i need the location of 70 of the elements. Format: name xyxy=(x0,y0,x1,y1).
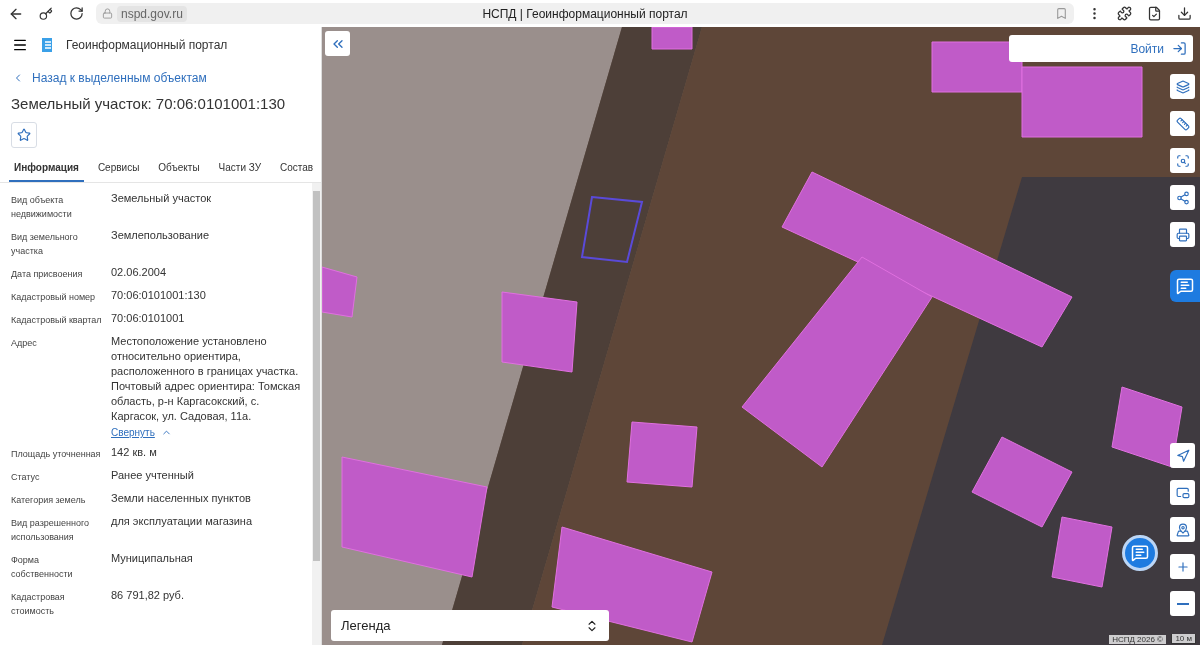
tab[interactable]: Состав xyxy=(275,154,319,182)
tab[interactable]: Объекты xyxy=(153,154,205,182)
property-label: Категория земель xyxy=(11,494,87,507)
minimap-icon xyxy=(1175,485,1190,500)
location-arrow-icon xyxy=(1175,448,1190,463)
portal-logo-icon xyxy=(40,37,54,53)
ruler-icon xyxy=(1175,116,1190,131)
layers-icon xyxy=(1175,79,1190,94)
property-label: Вид объекта недвижимости xyxy=(11,194,73,221)
favorite-button[interactable] xyxy=(11,122,37,148)
property-label: Кадастровый номер xyxy=(11,291,97,304)
portal-title: Геоинформационный портал xyxy=(66,38,228,52)
property-value: Землепользование xyxy=(111,228,210,243)
collapse-panel-button[interactable] xyxy=(325,31,350,56)
location-arrow-button[interactable] xyxy=(1170,443,1195,468)
collapse-link[interactable]: Свернуть xyxy=(111,427,172,438)
chat-bubble-icon xyxy=(1131,544,1149,562)
legend-dropdown[interactable]: Легенда xyxy=(331,610,609,641)
map-pin-button[interactable] xyxy=(1170,517,1195,542)
property-label: Адрес xyxy=(11,337,38,350)
property-value: Местоположение установлено относительно ориентира, расположенного в границах участка. Почтовый адрес ориентира: Томская область, р-н Каргасокский, с. Каргасок, ул. Садовая, 11а. xyxy=(111,334,302,424)
zoom-in-icon xyxy=(1175,559,1190,574)
share-icon xyxy=(1175,190,1190,205)
lock-icon xyxy=(102,8,113,19)
tab[interactable]: Информация xyxy=(9,154,84,182)
back-link[interactable]: Назад к выделенным объектам xyxy=(0,59,321,91)
area-search-button[interactable] xyxy=(1170,148,1195,173)
tab[interactable]: Части ЗУ xyxy=(213,154,267,182)
chat-bubble-icon xyxy=(1176,277,1194,295)
property-label: Статус xyxy=(11,471,41,484)
print-button[interactable] xyxy=(1170,222,1195,247)
menu-icon[interactable] xyxy=(12,37,28,53)
address-bar[interactable]: nspd.gov.ru НСПД | Геоинформационный портал xyxy=(96,3,1074,24)
property-label: Вид земельного участка xyxy=(11,231,79,258)
zoom-out-button[interactable] xyxy=(1170,591,1195,616)
property-value: Земельный участок xyxy=(111,191,212,206)
ruler-button[interactable] xyxy=(1170,111,1195,136)
star-icon xyxy=(17,128,31,142)
minimap-button[interactable] xyxy=(1170,480,1195,505)
map-pin-icon xyxy=(1175,522,1190,537)
property-value: 70:06:0101001:130 xyxy=(111,288,206,303)
property-value: 70:06:0101001 xyxy=(111,311,185,326)
area-search-icon xyxy=(1175,153,1190,168)
login-button[interactable]: Войти xyxy=(1009,35,1193,62)
scrollbar[interactable] xyxy=(312,183,321,645)
property-value: 02.06.2004 xyxy=(111,265,167,280)
side-tab-button[interactable] xyxy=(1170,270,1200,302)
property-value: Земли населенных пунктов xyxy=(111,491,251,506)
property-value: 142 кв. м xyxy=(111,445,157,460)
property-label: Кадастровая стоимость xyxy=(11,591,66,618)
property-value: Ранее учтенный xyxy=(111,468,194,483)
property-label: Дата присвоения xyxy=(11,268,84,281)
property-label: Вид разрешенного использования xyxy=(11,517,91,544)
url-text: nspd.gov.ru xyxy=(117,5,187,22)
scale-bar: 10 м xyxy=(1171,634,1196,644)
property-label: Площадь уточненная xyxy=(11,448,102,461)
share-button[interactable] xyxy=(1170,185,1195,210)
print-icon xyxy=(1175,227,1190,242)
map-attribution: НСПД 2026 © xyxy=(1109,635,1166,644)
zoom-out-icon xyxy=(1176,602,1189,605)
page-title: НСПД | Геоинформационный портал xyxy=(482,6,688,21)
login-icon xyxy=(1172,41,1187,56)
property-label: Форма собственности xyxy=(11,554,74,581)
object-heading: Земельный участок: 70:06:0101001:130 xyxy=(10,94,287,114)
property-value: 86 791,82 руб. xyxy=(111,588,184,603)
layers-button[interactable] xyxy=(1170,74,1195,99)
property-value: для эксплуатации магазина xyxy=(111,514,253,529)
property-label: Кадастровый квартал xyxy=(11,314,103,327)
tab[interactable]: Сервисы xyxy=(92,154,145,182)
property-value: Муниципальная xyxy=(111,551,193,566)
